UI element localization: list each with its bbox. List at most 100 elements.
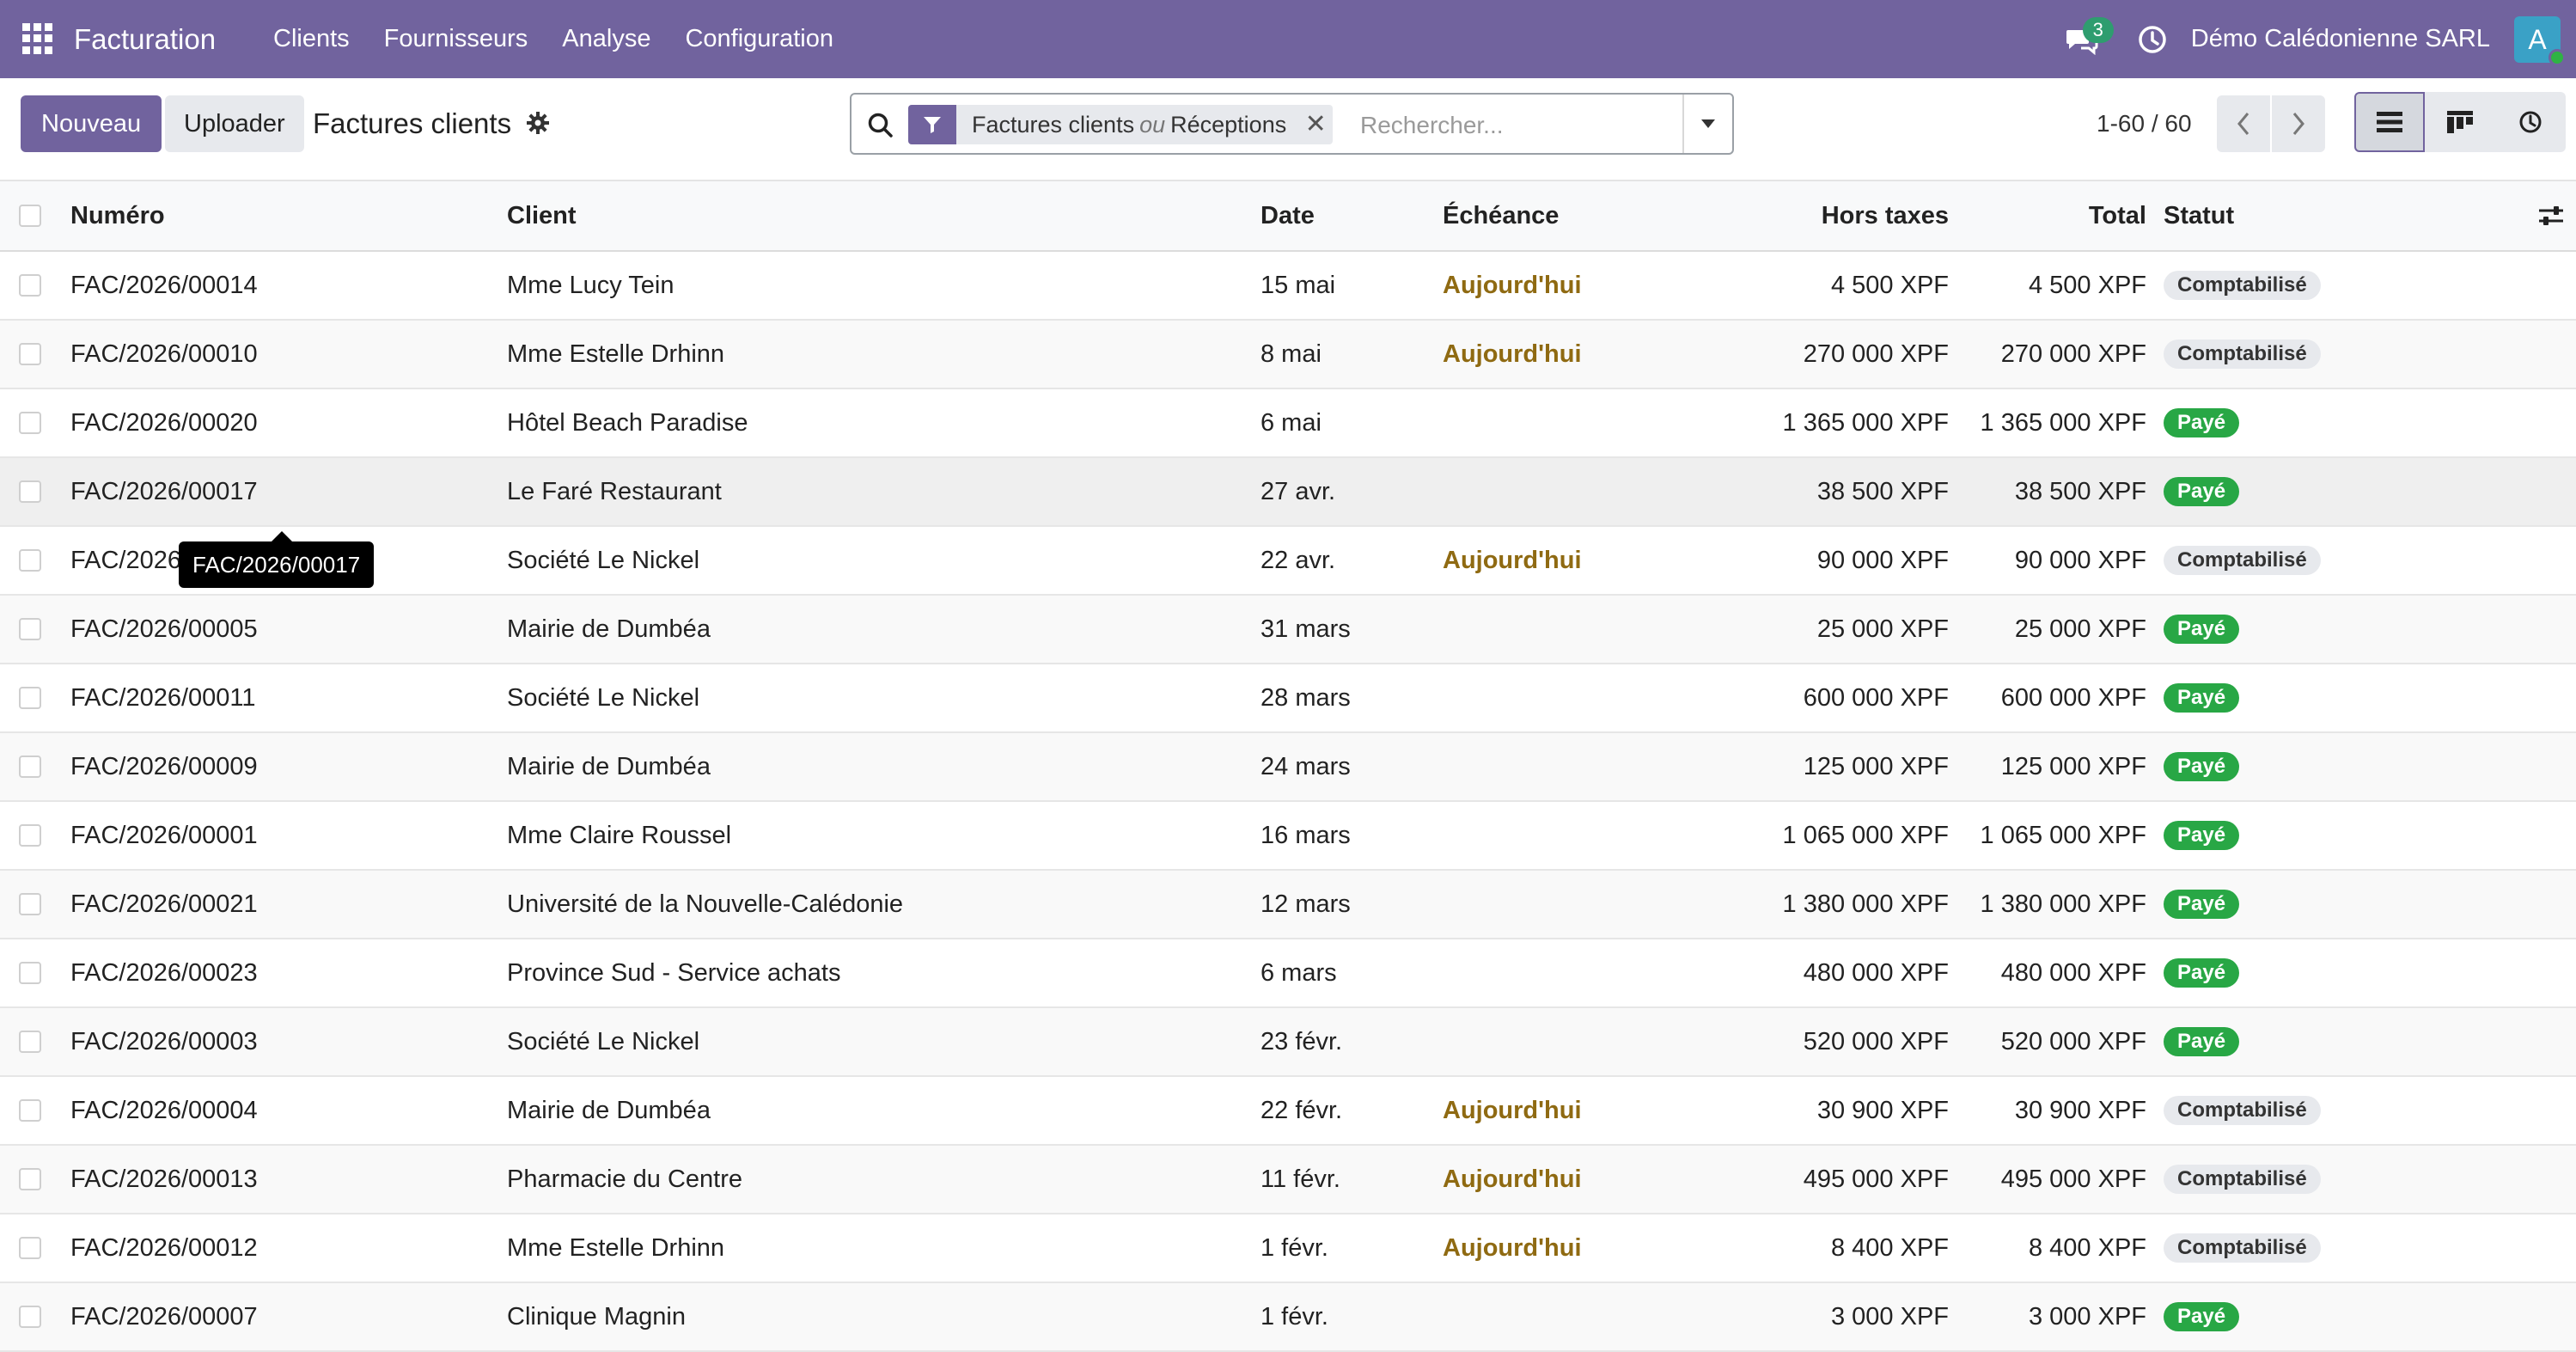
total-amount: 1 380 000 XPF <box>1980 890 2146 918</box>
table-row[interactable]: FAC/2026/00010 Mme Estelle Drhinn 8 mai Auj… <box>0 321 2576 389</box>
status-badge: Comptabilisé <box>2164 1096 2321 1125</box>
row-checkbox[interactable] <box>19 939 45 1006</box>
table-row[interactable]: FAC/2026/00005 Mairie de Dumbéa 31 mars 25 … <box>0 596 2576 664</box>
untaxed-amount: 4 500 XPF <box>1830 271 1949 299</box>
menu-item-configuration[interactable]: Configuration <box>668 0 851 78</box>
invoice-number: FAC/2026/00023 <box>70 958 258 987</box>
row-checkbox[interactable] <box>19 802 45 869</box>
column-header-client[interactable]: Client <box>507 181 577 250</box>
untaxed-amount: 3 000 XPF <box>1830 1302 1949 1331</box>
table-row[interactable]: FAC/2026/00007 Clinique Magnin 1 févr. 3 00… <box>0 1283 2576 1352</box>
total-amount: 1 065 000 XPF <box>1980 821 2146 849</box>
search-options-toggle[interactable] <box>1682 95 1732 153</box>
row-checkbox[interactable] <box>19 1146 45 1213</box>
gear-icon[interactable] <box>526 111 550 135</box>
status-cell: Payé <box>2164 664 2240 731</box>
status-badge: Payé <box>2164 1027 2240 1056</box>
table-row[interactable]: FAC/2026/00017 Le Faré Restaurant 27 avr. 3… <box>0 458 2576 527</box>
table-row[interactable]: FAC/2026/00011 Société Le Nickel 28 mars 60… <box>0 664 2576 733</box>
table-row[interactable]: FAC/2026/00023 Province Sud - Service ach… <box>0 939 2576 1008</box>
untaxed-amount: 25 000 XPF <box>1816 615 1949 643</box>
company-switcher[interactable]: Démo Calédonienne SARL <box>2191 25 2490 53</box>
invoice-number: FAC/2026/00001 <box>70 821 258 849</box>
column-header-untaxed[interactable]: Hors taxes <box>1822 181 1949 250</box>
pager-value[interactable]: 1-60 / 60 <box>2097 95 2192 152</box>
row-checkbox[interactable] <box>19 321 45 388</box>
row-checkbox[interactable] <box>19 664 45 731</box>
online-status-dot <box>2549 48 2566 66</box>
column-header-status[interactable]: Statut <box>2164 181 2234 250</box>
invoice-date: 28 mars <box>1261 683 1351 712</box>
apps-grid-icon[interactable] <box>22 23 53 54</box>
table-row[interactable]: FAC/2026/00020 Hôtel Beach Paradise 6 mai 1… <box>0 389 2576 458</box>
remove-facet-close-icon[interactable]: ✕ <box>1298 105 1333 144</box>
user-avatar[interactable]: A <box>2514 15 2566 66</box>
invoice-date: 15 mai <box>1261 271 1336 299</box>
row-checkbox[interactable] <box>19 1283 45 1350</box>
total-amount: 90 000 XPF <box>2014 546 2146 574</box>
untaxed-amount: 8 400 XPF <box>1830 1233 1949 1262</box>
invoice-number: FAC/2026/00017 <box>70 477 258 505</box>
column-header-date[interactable]: Date <box>1261 181 1315 250</box>
activity-view-button[interactable] <box>2495 92 2566 152</box>
invoice-number: FAC/2026/00009 <box>70 752 258 780</box>
status-badge: Comptabilisé <box>2164 1165 2321 1194</box>
column-header-total[interactable]: Total <box>2089 181 2146 250</box>
row-checkbox[interactable] <box>19 252 45 319</box>
menu-item-analyse[interactable]: Analyse <box>545 0 668 78</box>
due-date: Aujourd'hui <box>1443 546 1582 574</box>
column-header-number[interactable]: Numéro <box>70 181 165 250</box>
row-checkbox[interactable] <box>19 733 45 800</box>
row-checkbox[interactable] <box>19 1214 45 1282</box>
kanban-view-button[interactable] <box>2425 92 2495 152</box>
select-all-checkbox[interactable] <box>19 181 45 250</box>
row-checkbox[interactable] <box>19 871 45 938</box>
search-input[interactable] <box>1358 107 1668 144</box>
invoice-number: FAC/2026/00010 <box>70 340 258 368</box>
avatar-initial: A <box>2528 23 2547 55</box>
table-row[interactable]: FAC/2026/00013 Pharmacie du Centre 11 févr… <box>0 1146 2576 1214</box>
total-amount: 3 000 XPF <box>2028 1302 2146 1331</box>
list-view-button[interactable] <box>2354 92 2425 152</box>
invoice-date: 6 mars <box>1261 958 1337 987</box>
menu-item-clients[interactable]: Clients <box>256 0 367 78</box>
optional-columns-sliders-icon[interactable] <box>2538 181 2564 250</box>
row-checkbox[interactable] <box>19 527 45 594</box>
invoice-date: 6 mai <box>1261 408 1322 437</box>
upload-button[interactable]: Uploader <box>165 95 304 152</box>
total-amount: 8 400 XPF <box>2028 1233 2146 1262</box>
new-button[interactable]: Nouveau <box>21 95 162 152</box>
table-row[interactable]: FAC/2026/00004 Mairie de Dumbéa 22 févr. Au… <box>0 1077 2576 1146</box>
client-name: Province Sud - Service achats <box>507 958 841 987</box>
column-header-due-date[interactable]: Échéance <box>1443 181 1559 250</box>
menu-item-fournisseurs[interactable]: Fournisseurs <box>367 0 546 78</box>
status-cell: Payé <box>2164 1283 2240 1350</box>
table-row[interactable]: FAC/2026 Société Le Nickel 22 avr. Aujourd'… <box>0 527 2576 596</box>
row-checkbox[interactable] <box>19 1077 45 1144</box>
status-badge: Comptabilisé <box>2164 546 2321 575</box>
list-icon <box>2377 112 2402 132</box>
clock-icon[interactable] <box>2138 25 2167 54</box>
caret-down-icon <box>1701 119 1715 128</box>
table-row[interactable]: FAC/2026/00001 Mme Claire Roussel 16 mars 1… <box>0 802 2576 871</box>
table-row[interactable]: FAC/2026/00003 Société Le Nickel 23 févr. 5… <box>0 1008 2576 1077</box>
row-checkbox[interactable] <box>19 458 45 525</box>
search-icon[interactable] <box>867 112 894 139</box>
pager-next-button[interactable] <box>2272 95 2325 152</box>
row-checkbox[interactable] <box>19 389 45 456</box>
table-body: FAC/2026/00014 Mme Lucy Tein 15 mai Aujourd… <box>0 252 2576 1352</box>
status-cell: Comptabilisé <box>2164 1146 2321 1213</box>
top-navbar: Facturation Clients Fournisseurs Analyse… <box>0 0 2576 78</box>
table-row[interactable]: FAC/2026/00012 Mme Estelle Drhinn 1 févr. A… <box>0 1214 2576 1283</box>
table-row[interactable]: FAC/2026/00009 Mairie de Dumbéa 24 mars 125… <box>0 733 2576 802</box>
pager-previous-button[interactable] <box>2217 95 2270 152</box>
row-checkbox[interactable] <box>19 1008 45 1075</box>
invoice-date: 1 févr. <box>1261 1233 1328 1262</box>
app-name[interactable]: Facturation <box>74 0 216 78</box>
table-row[interactable]: FAC/2026/00014 Mme Lucy Tein 15 mai Aujourd… <box>0 252 2576 321</box>
due-date: Aujourd'hui <box>1443 1096 1582 1124</box>
table-row[interactable]: FAC/2026/00021 Université de la Nouvelle-… <box>0 871 2576 939</box>
messaging-button[interactable]: 3 <box>2062 16 2114 57</box>
client-name: Mme Estelle Drhinn <box>507 1233 725 1262</box>
row-checkbox[interactable] <box>19 596 45 663</box>
